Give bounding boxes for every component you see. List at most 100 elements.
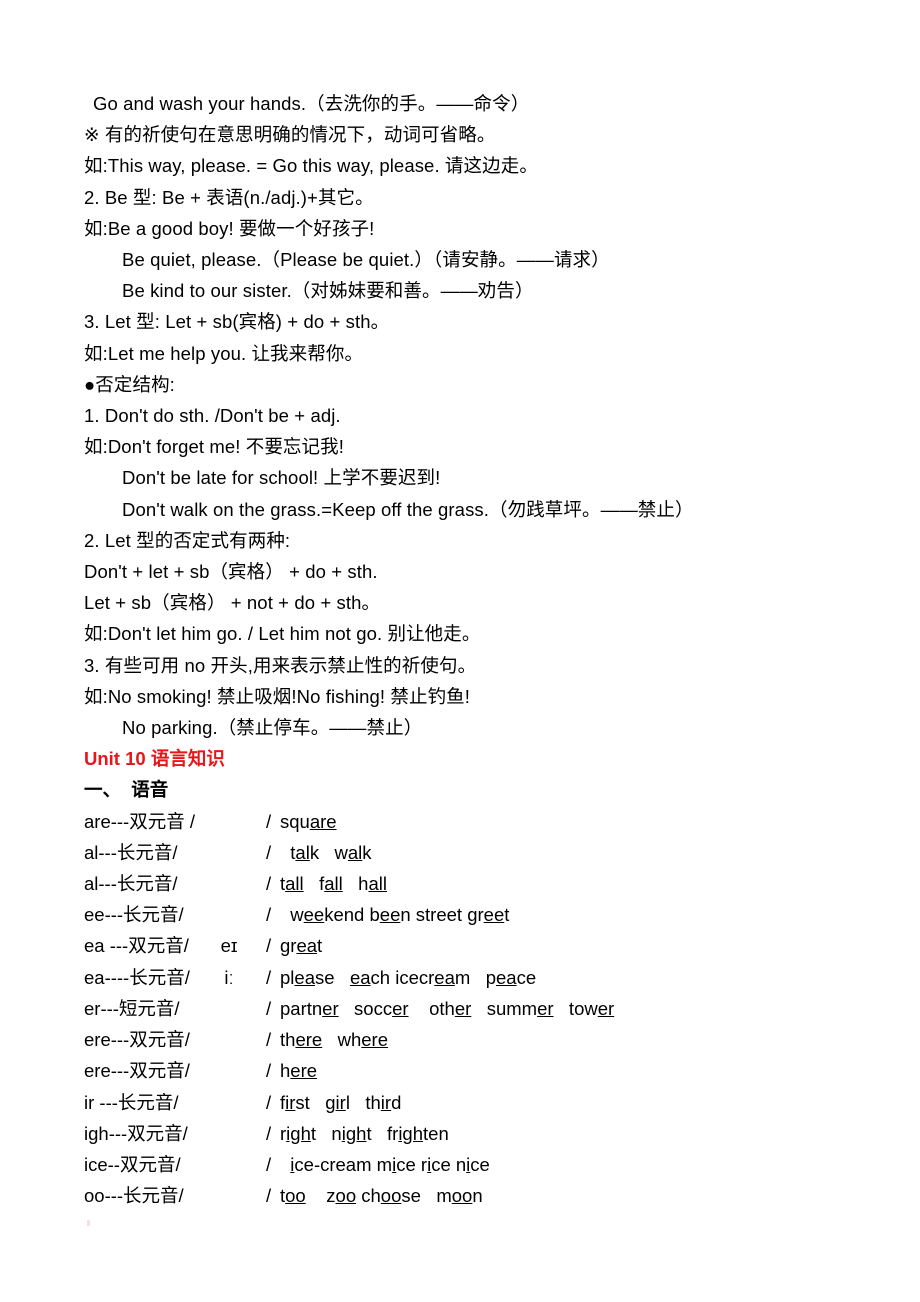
phonetics-slash: / [266, 966, 272, 988]
underlined-grapheme: al [295, 841, 310, 863]
underlined-grapheme: igh [286, 1122, 311, 1144]
text-line: ※ 有的祈使句在意思明确的情况下，动词可省略。 [84, 124, 496, 146]
phonetics-row: al---长元音/ / tall fall hall [84, 868, 860, 899]
underlined-grapheme: oo [335, 1185, 357, 1207]
text-line: 1. Don't do sth. /Don't be + adj. [84, 405, 341, 427]
phonetics-slash: / [266, 1029, 272, 1051]
phonetics-pattern-label: er---短元音/ [84, 997, 180, 1019]
phonetics-example-words: weekend been street greet [280, 904, 510, 926]
phonetics-pattern-label: are---双元音 / [84, 810, 196, 832]
phonetics-row: er---短元音/ / partner soccer other summer to… [84, 993, 860, 1024]
underlined-grapheme: ea [434, 966, 455, 988]
phonetics-row: igh---双元音/ / right night frighten [84, 1118, 860, 1149]
underlined-grapheme: ee [379, 904, 401, 926]
underlined-grapheme: ee [303, 904, 325, 926]
underlined-grapheme: er [454, 997, 472, 1019]
section-heading-phonetics: 一、 语音 [84, 779, 169, 801]
underlined-grapheme: er [322, 997, 339, 1019]
phonetics-slash: / [266, 1185, 272, 1207]
underlined-grapheme: ea [294, 966, 315, 988]
underlined-grapheme: are [309, 810, 337, 832]
unit-heading: Unit 10 语言知识 [84, 748, 225, 770]
underlined-grapheme: ir [335, 1091, 346, 1113]
phonetics-example-words: partner soccer other summer tower [280, 997, 615, 1019]
phonetics-pattern-label: ice--双元音/ [84, 1153, 181, 1175]
phonetics-slash: / [266, 997, 272, 1019]
text-line: No parking.（禁止停车。——禁止） [122, 717, 423, 739]
underlined-grapheme: ea [349, 966, 371, 988]
text-line: Don't walk on the grass.=Keep off the gr… [122, 498, 694, 520]
phonetics-example-words: too zoo choose moon [280, 1185, 483, 1207]
phonetics-pattern-label: ir ---长元音/ [84, 1091, 179, 1113]
phonetics-example-words: here [280, 1060, 318, 1082]
phonetics-ipa-symbol: eɪ [220, 935, 238, 957]
underlined-grapheme: ere [290, 1060, 318, 1082]
text-line: 如:This way, please. = Go this way, pleas… [84, 155, 538, 177]
text-line: 如:Don't forget me! 不要忘记我! [84, 436, 344, 458]
phonetics-slash: / [266, 1122, 272, 1144]
phonetics-row: ir ---长元音/ / first girl third [84, 1087, 860, 1118]
text-line: 如:Let me help you. 让我来帮你。 [84, 342, 364, 364]
phonetics-example-words: square [280, 810, 337, 832]
phonetics-list: are---双元音 / / square al---长元音// talk walk al… [84, 806, 860, 1212]
phonetics-row: oo---长元音/ / too zoo choose moon [84, 1180, 860, 1211]
phonetics-row: are---双元音 / / square [84, 806, 860, 837]
phonetics-row: ee---长元音/ / weekend been street greet [84, 899, 860, 930]
underlined-grapheme: igh [341, 1122, 367, 1144]
text-line: Let + sb（宾格） + not + do + sth。 [84, 592, 381, 614]
underlined-grapheme: igh [398, 1122, 424, 1144]
text-line: 2. Let 型的否定式有两种: [84, 529, 291, 551]
underlined-grapheme: al [347, 841, 363, 863]
phonetics-example-words: first girl third [280, 1091, 402, 1113]
phonetics-example-words: tall fall hall [280, 873, 387, 895]
text-line: 如:Don't let him go. / Let him not go. 别让… [84, 623, 481, 645]
phonetics-slash: / [266, 841, 272, 863]
phonetics-row: ea ---双元音/eɪ / great [84, 930, 860, 961]
underlined-grapheme: oo [451, 1185, 473, 1207]
text-line: Go and wash your hands.（去洗你的手。——命令） [93, 93, 530, 114]
phonetics-pattern-label: oo---长元音/ [84, 1185, 184, 1207]
underlined-grapheme: ir [285, 1091, 296, 1113]
text-line: 如:Be a good boy! 要做一个好孩子! [84, 217, 375, 239]
phonetics-ipa-symbol: iː [224, 966, 234, 988]
phonetics-pattern-label: ea ---双元音/ [84, 935, 189, 957]
phonetics-pattern-label: ere---双元音/ [84, 1029, 190, 1051]
text-line: Don't be late for school! 上学不要迟到! [122, 467, 441, 489]
text-line: Be quiet, please.（Please be quiet.）（请安静。… [122, 249, 610, 271]
grammar-body-text: Go and wash your hands.（去洗你的手。——命令） ※ 有的祈… [84, 88, 860, 743]
text-line: ●否定结构: [84, 373, 175, 395]
underlined-grapheme: all [368, 873, 387, 895]
underlined-grapheme: ere [295, 1029, 323, 1051]
phonetics-row: al---长元音/ / talk walk [84, 837, 860, 868]
underlined-grapheme: er [597, 997, 615, 1019]
phonetics-example-words: please each icecream peace [280, 966, 537, 988]
underlined-grapheme: oo [285, 1185, 306, 1207]
phonetics-example-words: great [280, 935, 323, 957]
phonetics-slash: / [266, 935, 272, 957]
underlined-grapheme: all [324, 873, 343, 895]
phonetics-pattern-label: al---长元音/ [84, 841, 178, 863]
phonetics-example-words: there where [280, 1029, 389, 1051]
underlined-grapheme: oo [380, 1185, 402, 1207]
phonetics-slash: / [266, 904, 272, 926]
phonetics-pattern-label: ere---双元音/ [84, 1060, 190, 1082]
phonetics-example-words: right night frighten [280, 1122, 449, 1144]
phonetics-row: ere---双元音/ / here [84, 1055, 860, 1086]
text-line: 如:No smoking! 禁止吸烟!No fishing! 禁止钓鱼! [84, 685, 471, 707]
phonetics-slash: / [266, 1153, 272, 1175]
phonetics-pattern-label: ea----长元音/ [84, 966, 190, 988]
underlined-grapheme: er [392, 997, 409, 1019]
phonetics-row: ere---双元音/ / there where [84, 1024, 860, 1055]
underlined-grapheme: ea [496, 966, 517, 988]
phonetics-slash: / [266, 810, 272, 832]
text-line: 2. Be 型: Be + 表语(n./adj.)+其它。 [84, 186, 374, 208]
phonetics-slash: / [266, 1091, 272, 1113]
underlined-grapheme: er [537, 997, 554, 1019]
scan-artifact-speck [87, 1220, 90, 1226]
phonetics-row: ice--双元音/ / ice-cream mice rice nice [84, 1149, 860, 1180]
text-line: Don't + let + sb（宾格） + do + sth. [84, 561, 378, 583]
phonetics-example-words: talk walk [280, 841, 372, 863]
phonetics-slash: / [266, 873, 272, 895]
text-line: 3. Let 型: Let + sb(宾格) + do + sth。 [84, 311, 390, 333]
text-line: Be kind to our sister.（对姊妹要和善。——劝告） [122, 280, 534, 302]
